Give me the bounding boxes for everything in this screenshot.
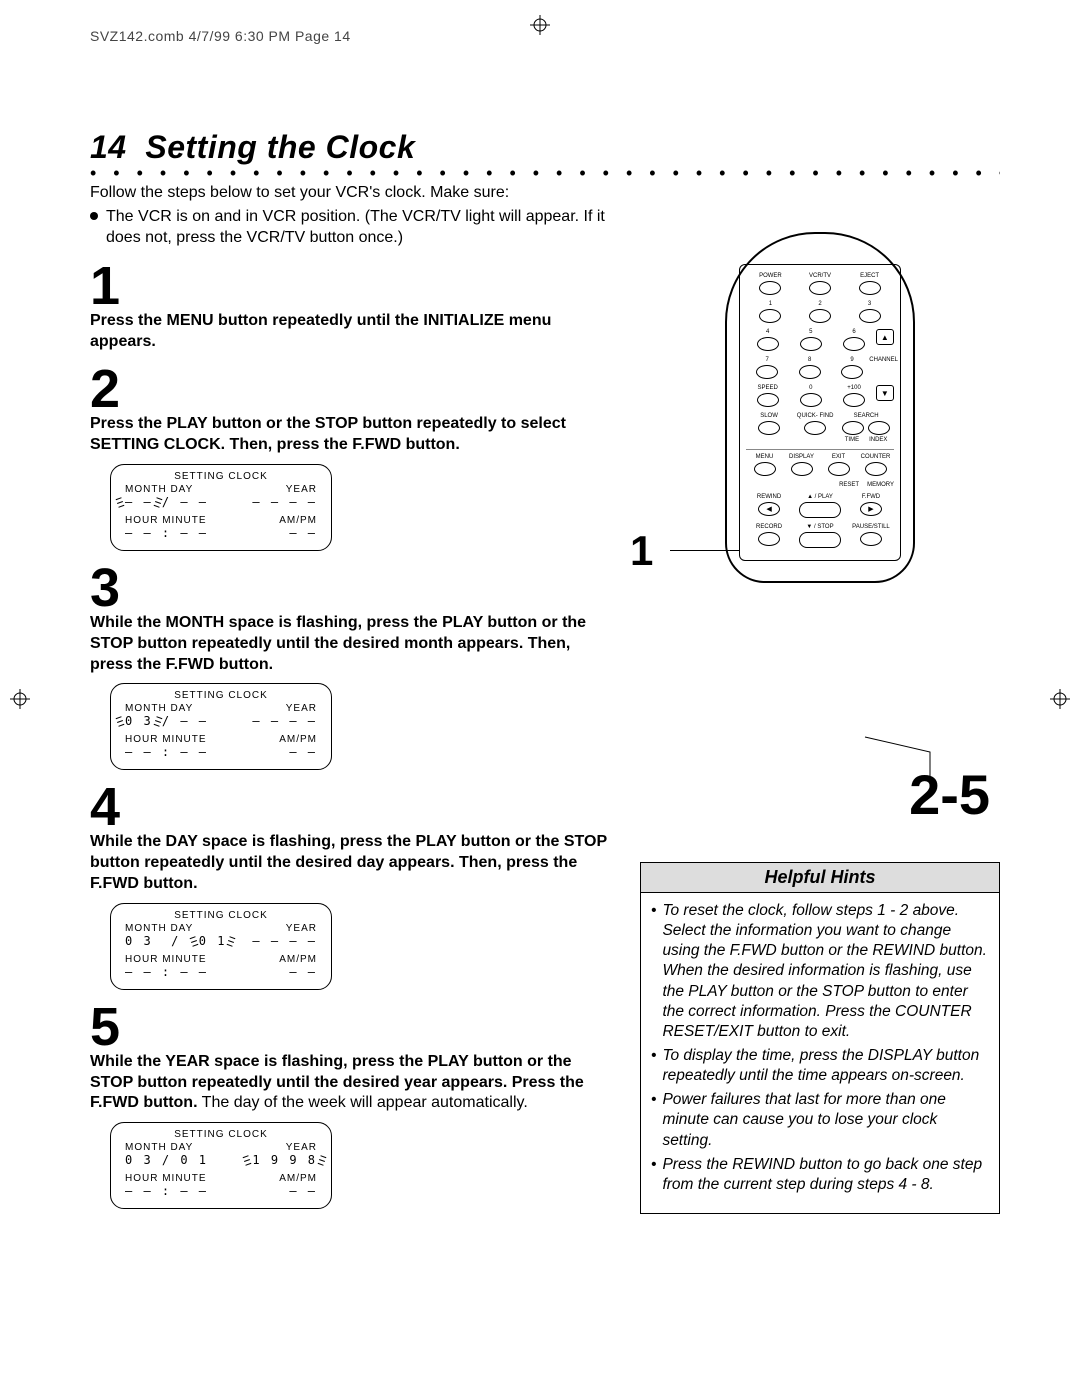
osd-screen-initial: SETTING CLOCK MONTH DAYYEAR – – / – –– –… xyxy=(110,464,332,551)
slow-button xyxy=(758,421,780,435)
step-1-text: Press the MENU button repeatedly until t… xyxy=(90,311,610,353)
step-1-number: 1 xyxy=(90,259,610,313)
plus100-button xyxy=(843,393,865,407)
channel-up-icon: ▲ xyxy=(876,329,894,345)
step-5-number: 5 xyxy=(90,1000,610,1054)
digit-8-button xyxy=(799,365,821,379)
remote-control-illustration: POWER VCR/TV EJECT 1 2 3 4 xyxy=(725,232,915,583)
callout-2-5-line xyxy=(860,732,940,792)
osd-screen-month: SETTING CLOCK MONTH DAYYEAR 0 3 / – –– –… xyxy=(110,683,332,770)
digit-7-button xyxy=(756,365,778,379)
crop-mark-top-icon xyxy=(530,15,550,35)
intro-bullet: The VCR is on and in VCR position. (The … xyxy=(90,206,610,249)
power-button xyxy=(759,281,781,295)
step-3-number: 3 xyxy=(90,561,610,615)
search-time-button xyxy=(842,421,864,435)
counter-button xyxy=(865,462,887,476)
digit-4-button xyxy=(757,337,779,351)
digit-3-button xyxy=(859,309,881,323)
ffwd-button: ▶ xyxy=(860,502,882,516)
display-button xyxy=(791,462,813,476)
play-button xyxy=(799,502,841,518)
speed-button xyxy=(757,393,779,407)
rewind-button: ◀ xyxy=(758,502,780,516)
channel-down-icon: ▼ xyxy=(876,385,894,401)
intro-text: Follow the steps below to set your VCR's… xyxy=(90,182,610,204)
crop-mark-left-icon xyxy=(10,689,30,709)
digit-9-button xyxy=(841,365,863,379)
stop-button xyxy=(799,532,841,548)
step-4-number: 4 xyxy=(90,780,610,834)
step-5-text: While the YEAR space is flashing, press … xyxy=(90,1052,610,1114)
digit-5-button xyxy=(800,337,822,351)
osd-screen-year: SETTING CLOCK MONTH DAYYEAR 0 3 / 0 11 9… xyxy=(110,1122,332,1209)
step-4-text: While the DAY space is flashing, press t… xyxy=(90,832,610,894)
digit-1-button xyxy=(759,309,781,323)
hint-item: •Power failures that last for more than … xyxy=(651,1090,989,1150)
pause-button xyxy=(860,532,882,546)
quickfind-button xyxy=(804,421,826,435)
eject-button xyxy=(859,281,881,295)
helpful-hints-box: Helpful Hints •To reset the clock, follo… xyxy=(640,862,1000,1214)
callout-1-number: 1 xyxy=(630,527,653,575)
osd-screen-day: SETTING CLOCK MONTH DAYYEAR 0 3 / 0 1– –… xyxy=(110,903,332,990)
vcrtv-button xyxy=(809,281,831,295)
record-button xyxy=(758,532,780,546)
hint-item: •To reset the clock, follow steps 1 - 2 … xyxy=(651,901,989,1042)
helpful-hints-title: Helpful Hints xyxy=(641,863,999,893)
digit-0-button xyxy=(800,393,822,407)
bullet-icon xyxy=(90,212,98,220)
menu-button xyxy=(754,462,776,476)
dotted-rule: • • • • • • • • • • • • • • • • • • • • … xyxy=(90,170,1000,176)
hint-item: •To display the time, press the DISPLAY … xyxy=(651,1046,989,1086)
page-title: 14 Setting the Clock xyxy=(90,129,1000,166)
step-3-text: While the MONTH space is flashing, press… xyxy=(90,613,610,675)
exit-button xyxy=(828,462,850,476)
search-index-button xyxy=(868,421,890,435)
crop-mark-right-icon xyxy=(1050,689,1070,709)
digit-6-button xyxy=(843,337,865,351)
step-2-number: 2 xyxy=(90,362,610,416)
step-2-text: Press the PLAY button or the STOP button… xyxy=(90,414,610,456)
digit-2-button xyxy=(809,309,831,323)
hint-item: •Press the REWIND button to go back one … xyxy=(651,1155,989,1195)
